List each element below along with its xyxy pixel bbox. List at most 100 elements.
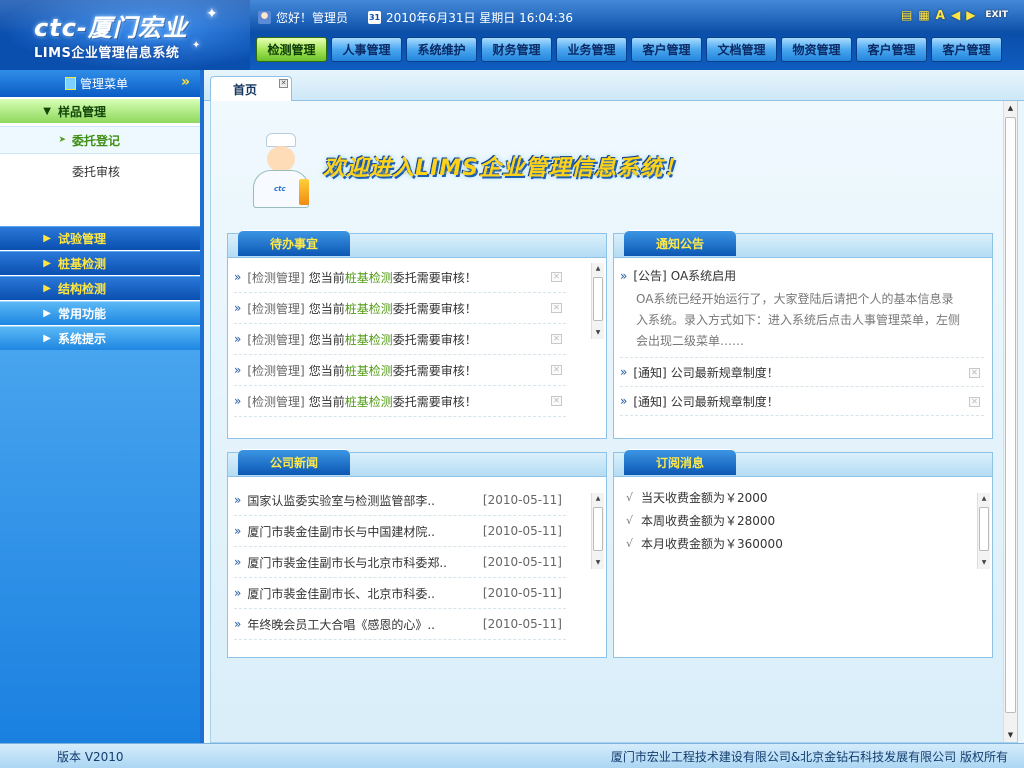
news-item[interactable]: » 厦门市裴金佳副市长与北京市科委郑.. [2010-05-11] (234, 547, 566, 578)
calculator-icon[interactable]: ▦ (918, 8, 929, 22)
scroll-thumb[interactable] (593, 507, 603, 551)
tab-bar: 首页 ✕ (204, 70, 1024, 101)
delete-icon[interactable]: ✕ (551, 334, 562, 344)
news-item[interactable]: » 年终晚会员工大合唱《感恩的心》.. [2010-05-11] (234, 609, 566, 640)
todo-highlight: 桩基检测 (344, 270, 393, 285)
sidebar-menu[interactable]: ▶ 常用功能 (0, 301, 200, 325)
scroll-up-icon[interactable]: ▲ (592, 263, 604, 275)
sidebar-menu[interactable]: ▼ 样品管理 (0, 99, 200, 123)
scroll-down-icon[interactable]: ▼ (978, 557, 990, 569)
todo-text: 您当前桩基检测委托需要审核！ (309, 331, 477, 348)
bullet-icon: » (234, 586, 242, 600)
delete-icon[interactable]: ✕ (969, 397, 980, 407)
bullet-icon: » (620, 365, 628, 379)
news-item[interactable]: » 厦门市裴金佳副市长、北京市科委.. [2010-05-11] (234, 578, 566, 609)
news-title: 厦门市裴金佳副市长与中国建材院.. (247, 524, 435, 539)
subscribe-scrollbar[interactable]: ▲ ▼ (977, 493, 990, 569)
nav-item[interactable]: 检测管理 (256, 37, 327, 62)
scroll-thumb[interactable] (1005, 117, 1016, 713)
footer: 版本 V2010 厦门市宏业工程技术建设有限公司&北京金钻石科技发展有限公司 版… (0, 743, 1024, 768)
todo-pre: 您当前 (308, 332, 345, 347)
notepad-icon[interactable]: ▤ (901, 8, 912, 22)
chevron-right-icon: ▶ (43, 333, 51, 344)
nav-item[interactable]: 业务管理 (556, 37, 627, 62)
notice-item[interactable]: » [通知] 公司最新规章制度！ ✕ (620, 358, 984, 387)
scroll-up-icon[interactable]: ▲ (978, 493, 990, 505)
sidebar-menu[interactable]: ▶ 结构检测 (0, 276, 200, 300)
bullet-icon: » (234, 301, 242, 315)
nav-item[interactable]: 财务管理 (481, 37, 552, 62)
notice-tag: [通知] (633, 394, 667, 409)
news-scrollbar[interactable]: ▲ ▼ (591, 493, 604, 569)
nav-item[interactable]: 客户管理 (631, 37, 702, 62)
chevron-right-icon: ▶ (43, 308, 51, 319)
notice-item-title: 公司最新规章制度！ (670, 365, 779, 380)
scroll-up-icon[interactable]: ▲ (1004, 101, 1017, 115)
delete-icon[interactable]: ✕ (551, 303, 562, 313)
scroll-down-icon[interactable]: ▼ (1004, 728, 1017, 742)
todo-item[interactable]: » [检测管理] 您当前桩基检测委托需要审核！ ✕ (234, 293, 566, 324)
nav-item[interactable]: 客户管理 (931, 37, 1002, 62)
font-size-icon[interactable]: A (936, 8, 945, 22)
sparkle-icon: ✦ (206, 6, 218, 22)
subscribe-text: 本周收费金额为￥28000 (641, 514, 776, 528)
sidebar-menu[interactable]: ▶ 系统提示 (0, 326, 200, 350)
todo-text: 您当前桩基检测委托需要审核！ (309, 362, 477, 379)
todo-scrollbar[interactable]: ▲ ▼ (591, 263, 604, 339)
sidebar-menu[interactable]: ▶ 试验管理 (0, 226, 200, 250)
scroll-down-icon[interactable]: ▼ (592, 557, 604, 569)
todo-category: [检测管理] (247, 394, 305, 409)
tab-home[interactable]: 首页 ✕ (210, 76, 292, 101)
check-icon: √ (626, 537, 634, 550)
collapse-sidebar-icon[interactable]: » (181, 74, 190, 90)
todo-category: [检测管理] (247, 301, 305, 316)
chevron-down-icon: ▼ (43, 105, 51, 117)
delete-icon[interactable]: ✕ (551, 272, 562, 282)
sidebar-subitem[interactable]: ➤ 委托登记 (0, 126, 200, 154)
tab-label: 首页 (233, 82, 258, 97)
notice-item[interactable]: » [通知] 公司最新规章制度！ ✕ (620, 387, 984, 416)
news-title: 厦门市裴金佳副市长与北京市科委郑.. (247, 555, 447, 570)
nav-item[interactable]: 物资管理 (781, 37, 852, 62)
bullet-icon: » (234, 394, 242, 408)
todo-item[interactable]: » [检测管理] 您当前桩基检测委托需要审核！ ✕ (234, 386, 566, 417)
todo-text: 您当前桩基检测委托需要审核！ (309, 269, 477, 286)
greeting: 您好！管理员 (276, 11, 349, 25)
scroll-thumb[interactable] (979, 507, 989, 551)
news-item[interactable]: » 厦门市裴金佳副市长与中国建材院.. [2010-05-11] (234, 516, 566, 547)
nav-item[interactable]: 客户管理 (856, 37, 927, 62)
sparkle-icon: ✦ (192, 40, 201, 51)
nav-item[interactable]: 人事管理 (331, 37, 402, 62)
exit-button[interactable]: EXIT (985, 10, 1008, 20)
scroll-thumb[interactable] (593, 277, 603, 321)
todo-highlight: 桩基检测 (344, 332, 393, 347)
nav-item[interactable]: 系统维护 (406, 37, 477, 62)
todo-item[interactable]: » [检测管理] 您当前桩基检测委托需要审核！ ✕ (234, 262, 566, 293)
sidebar-menu[interactable]: ▶ 桩基检测 (0, 251, 200, 275)
nav-item[interactable]: 文档管理 (706, 37, 777, 62)
delete-icon[interactable]: ✕ (969, 368, 980, 378)
news-item[interactable]: » 国家认监委实验室与检测监管部李.. [2010-05-11] (234, 485, 566, 516)
todo-post: 委托需要审核！ (392, 363, 477, 378)
bullet-icon: » (234, 524, 242, 538)
close-tab-icon[interactable]: ✕ (279, 79, 288, 88)
forward-arrow-icon[interactable]: ▶ (966, 8, 975, 22)
bullet-icon: » (234, 493, 242, 507)
todo-pre: 您当前 (308, 394, 345, 409)
back-arrow-icon[interactable]: ◀ (951, 8, 960, 22)
news-date: [2010-05-11] (482, 524, 562, 538)
notice-featured-title[interactable]: » [公告] OA系统启用 (620, 262, 984, 289)
notice-featured-body: OA系统已经开始运行了，大家登陆后请把个人的基本信息录入系统。录入方式如下：进入… (636, 292, 961, 348)
news-date: [2010-05-11] (482, 617, 562, 631)
scroll-down-icon[interactable]: ▼ (592, 327, 604, 339)
version-text: 版本 V2010 (57, 749, 124, 764)
delete-icon[interactable]: ✕ (551, 365, 562, 375)
sidebar-subitem[interactable]: 委托审核 (0, 157, 200, 185)
scroll-up-icon[interactable]: ▲ (592, 493, 604, 505)
todo-item[interactable]: » [检测管理] 您当前桩基检测委托需要审核！ ✕ (234, 324, 566, 355)
subscribe-title: 订阅消息 (624, 449, 736, 475)
delete-icon[interactable]: ✕ (551, 396, 562, 406)
content-area: ctc 欢迎进入LIMS企业管理信息系统！ 欢迎进入LIMS企业管理信息系统！ … (210, 101, 1018, 743)
main-scrollbar[interactable]: ▲ ▼ (1003, 101, 1017, 742)
todo-item[interactable]: » [检测管理] 您当前桩基检测委托需要审核！ ✕ (234, 355, 566, 386)
